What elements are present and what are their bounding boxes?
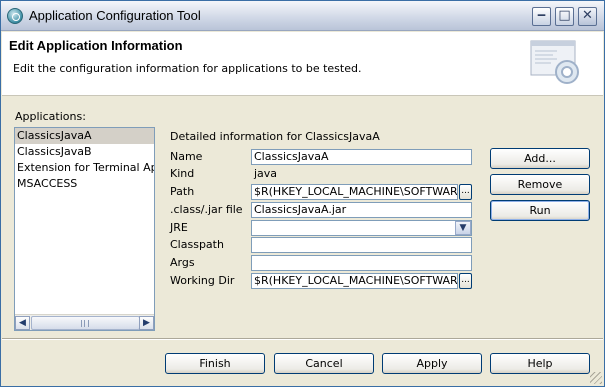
scroll-right-button[interactable]: ▶ [139, 316, 154, 330]
app-icon [7, 8, 23, 24]
finish-button[interactable]: Finish [165, 353, 265, 374]
apply-button[interactable]: Apply [382, 353, 482, 374]
path-label: Path [170, 185, 195, 198]
name-field[interactable]: ClassicsJavaA [251, 149, 472, 165]
path-field[interactable]: $R(HKEY_LOCAL_MACHINE\SOFTWARE\Rational … [251, 184, 458, 200]
jre-select[interactable] [251, 220, 472, 236]
window-title: Application Configuration Tool [29, 8, 201, 23]
applications-list-item[interactable]: Extension for Terminal Applications [15, 160, 154, 176]
jre-dropdown-button[interactable]: ▼ [455, 221, 471, 235]
cancel-button[interactable]: Cancel [274, 353, 374, 374]
path-browse-button[interactable]: ... [459, 184, 472, 200]
name-label: Name [170, 150, 203, 163]
working-dir-label: Working Dir [170, 274, 235, 287]
title-bar[interactable]: Application Configuration Tool ‒ □ ✕ [1, 1, 604, 31]
minimize-icon: ‒ [536, 8, 547, 23]
jar-file-label: .class/.jar file [170, 203, 243, 216]
add-button[interactable]: Add... [490, 148, 590, 169]
jre-label: JRE [170, 221, 188, 234]
scrollbar-thumb[interactable] [31, 316, 140, 330]
jar-file-field[interactable]: ClassicsJavaA.jar [251, 202, 472, 218]
config-application-graphic-icon [530, 40, 579, 84]
run-button[interactable]: Run [490, 200, 590, 221]
details-heading: Detailed information for ClassicsJavaA [170, 130, 380, 143]
remove-button[interactable]: Remove [490, 174, 590, 195]
chevron-left-icon: ◀ [19, 318, 26, 328]
working-dir-field[interactable]: $R(HKEY_LOCAL_MACHINE\SOFTWARE\Rational … [251, 273, 458, 289]
footer-separator [2, 338, 603, 340]
minimize-button[interactable]: ‒ [532, 7, 551, 26]
scrollbar-grip-icon [81, 320, 89, 327]
page-description: Edit the configuration information for a… [13, 62, 362, 75]
chevron-down-icon: ▼ [459, 223, 467, 233]
close-icon: ✕ [582, 8, 593, 23]
maximize-button[interactable]: □ [555, 7, 574, 26]
working-dir-browse-button[interactable]: ... [459, 273, 472, 289]
applications-label: Applications: [15, 110, 86, 123]
chevron-right-icon: ▶ [143, 318, 150, 328]
applications-horizontal-scrollbar[interactable]: ◀ ▶ [15, 314, 154, 330]
resize-grip-icon[interactable] [590, 372, 602, 384]
applications-list-item[interactable]: ClassicsJavaB [15, 144, 154, 160]
kind-label: Kind [170, 167, 195, 180]
applications-list-item[interactable]: MSACCESS [15, 176, 154, 192]
classpath-field[interactable] [251, 237, 472, 253]
applications-list[interactable]: ClassicsJavaA ClassicsJavaB Extension fo… [14, 127, 155, 331]
help-button[interactable]: Help [490, 353, 590, 374]
kind-value: java [254, 167, 278, 180]
classpath-label: Classpath [170, 238, 224, 251]
applications-list-item[interactable]: ClassicsJavaA [15, 128, 154, 144]
close-button[interactable]: ✕ [578, 7, 597, 26]
scroll-left-button[interactable]: ◀ [15, 316, 30, 330]
args-field[interactable] [251, 255, 472, 271]
maximize-icon: □ [558, 8, 571, 23]
app-config-window: Application Configuration Tool ‒ □ ✕ Edi… [0, 0, 605, 387]
args-label: Args [170, 256, 195, 269]
page-title: Edit Application Information [9, 38, 183, 53]
wizard-header: Edit Application Information Edit the co… [2, 32, 603, 96]
